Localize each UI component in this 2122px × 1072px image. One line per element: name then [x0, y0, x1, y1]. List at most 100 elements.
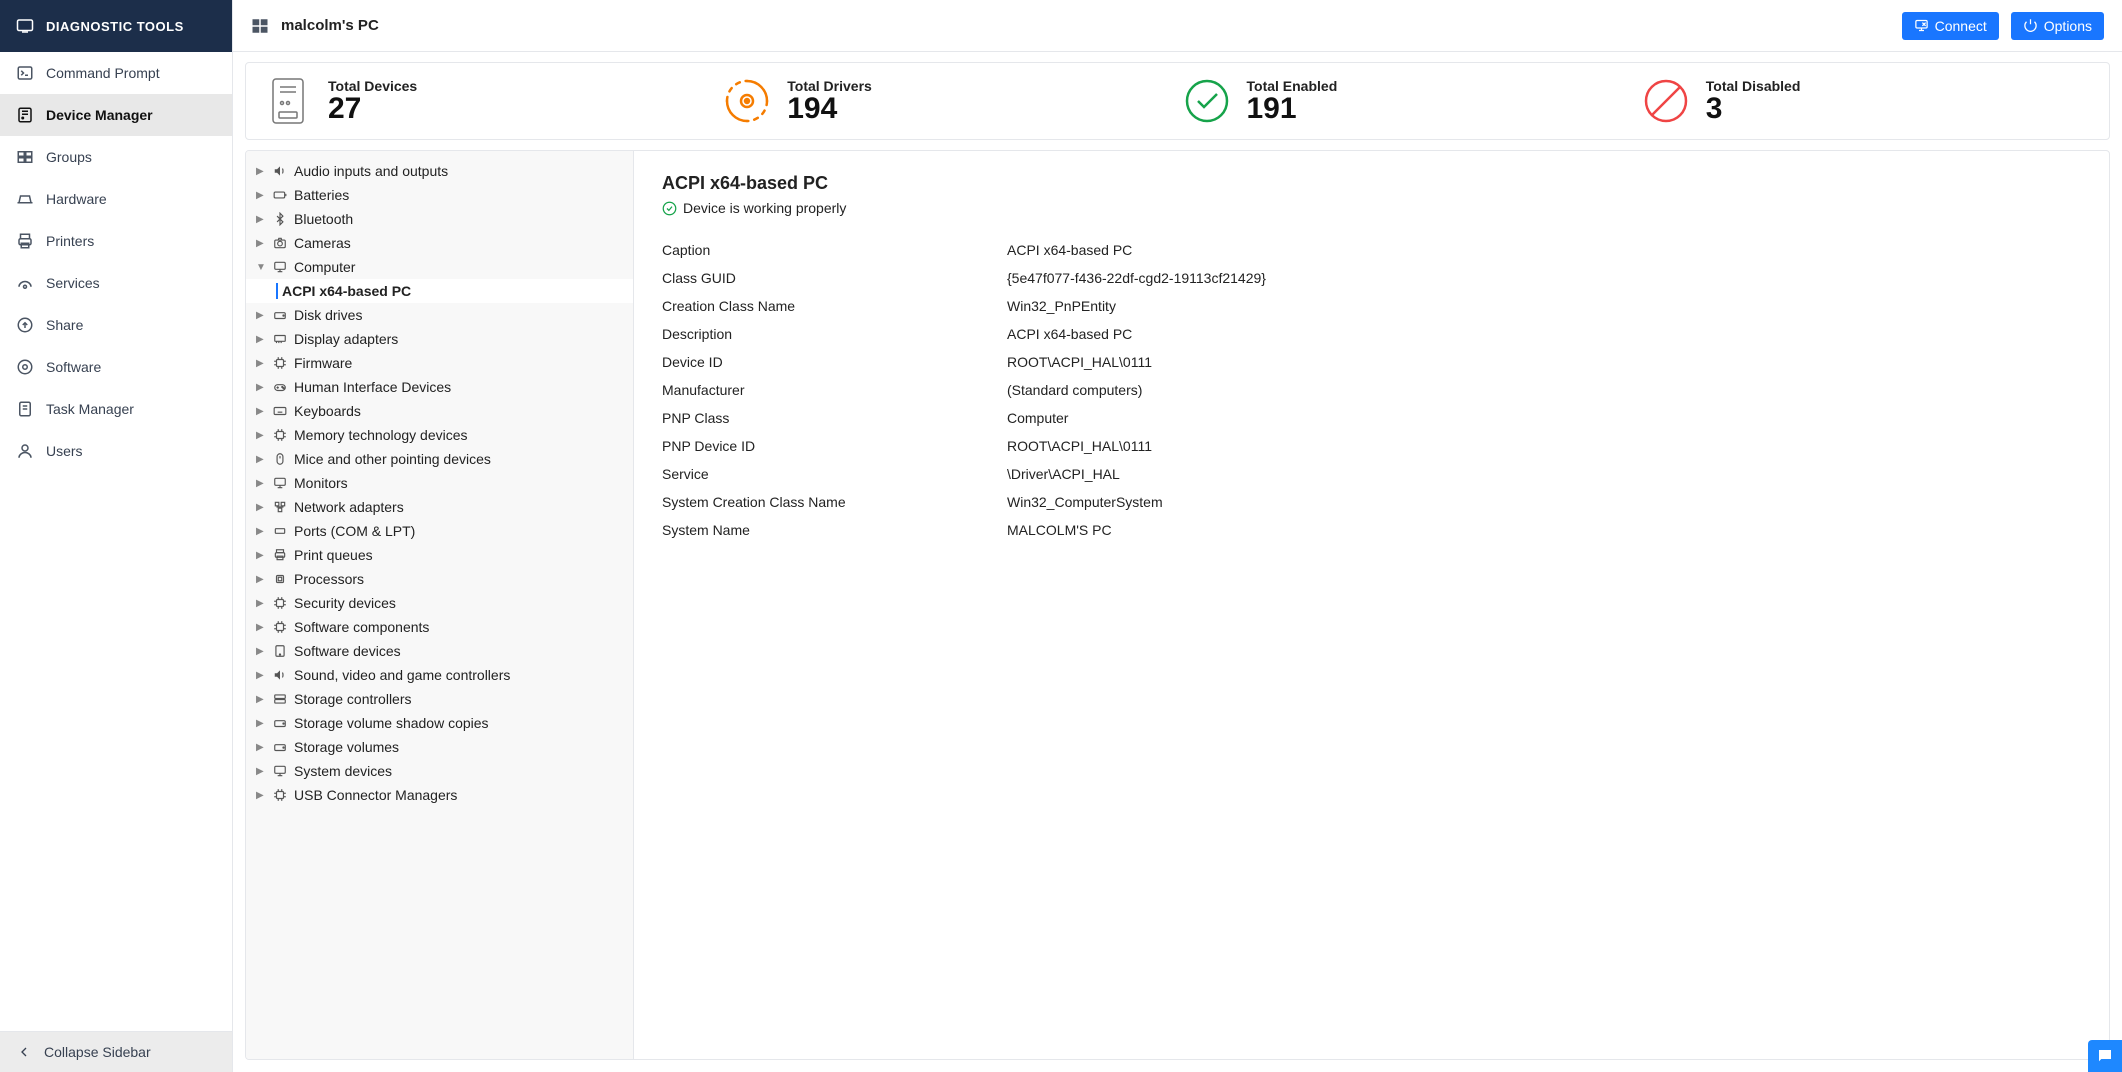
property-key: Service	[662, 466, 1007, 482]
tree-category[interactable]: ▶Firmware	[246, 351, 633, 375]
share-icon	[16, 316, 34, 334]
sidebar-item-label: Share	[46, 317, 83, 333]
page-title: malcolm's PC	[281, 17, 379, 34]
tree-category-label: Disk drives	[294, 307, 362, 323]
tree-category[interactable]: ▶Display adapters	[246, 327, 633, 351]
caret-right-icon: ▶	[256, 166, 266, 177]
sidebar-item-software[interactable]: Software	[0, 346, 232, 388]
sidebar-item-services[interactable]: Services	[0, 262, 232, 304]
tree-category-label: Security devices	[294, 595, 396, 611]
tree-category[interactable]: ▶Cameras	[246, 231, 633, 255]
disk-icon	[272, 715, 288, 731]
cpu-icon	[272, 571, 288, 587]
monitor-icon	[272, 259, 288, 275]
tree-category-label: Batteries	[294, 187, 349, 203]
tree-category-label: Ports (COM & LPT)	[294, 523, 415, 539]
property-value: {5e47f077-f436-22df-cgd2-19113cf21429}	[1007, 270, 1266, 286]
monitor-icon	[272, 475, 288, 491]
sidebar-item-share[interactable]: Share	[0, 304, 232, 346]
property-value: (Standard computers)	[1007, 382, 1142, 398]
tree-category[interactable]: ▶Software devices	[246, 639, 633, 663]
caret-right-icon: ▶	[256, 214, 266, 225]
device-title: ACPI x64-based PC	[662, 173, 2081, 194]
property-value: ROOT\ACPI_HAL\0111	[1007, 354, 1152, 370]
task-manager-icon	[16, 400, 34, 418]
sidebar-item-command-prompt[interactable]: Command Prompt	[0, 52, 232, 94]
stats-row: Total Devices 27 Total Drivers 194 Tot	[245, 62, 2110, 140]
tree-category[interactable]: ▶Audio inputs and outputs	[246, 159, 633, 183]
chip-icon	[272, 619, 288, 635]
storage-icon	[272, 691, 288, 707]
tree-category-label: Bluetooth	[294, 211, 353, 227]
stat-value: 194	[787, 94, 872, 124]
tree-device[interactable]: ACPI x64-based PC	[246, 279, 633, 303]
property-key: Class GUID	[662, 270, 1007, 286]
property-row: DescriptionACPI x64-based PC	[662, 320, 2081, 348]
collapse-sidebar-button[interactable]: Collapse Sidebar	[0, 1031, 232, 1072]
tree-category[interactable]: ▶Mice and other pointing devices	[246, 447, 633, 471]
content-panel: ▶Audio inputs and outputs▶Batteries▶Blue…	[245, 150, 2110, 1060]
options-button[interactable]: Options	[2011, 12, 2104, 40]
device-status-text: Device is working properly	[683, 200, 846, 216]
keyboard-icon	[272, 403, 288, 419]
tree-category[interactable]: ▶Monitors	[246, 471, 633, 495]
tree-category[interactable]: ▶Storage volumes	[246, 735, 633, 759]
tree-category[interactable]: ▶ Disk drives	[246, 303, 633, 327]
tree-category-label: Network adapters	[294, 499, 404, 515]
windows-icon	[251, 17, 269, 35]
caret-right-icon: ▶	[256, 742, 266, 753]
power-icon	[2023, 18, 2038, 33]
property-key: PNP Device ID	[662, 438, 1007, 454]
collapse-sidebar-label: Collapse Sidebar	[44, 1044, 151, 1060]
tree-category[interactable]: ▶ Network adapters	[246, 495, 633, 519]
stat-value: 191	[1247, 94, 1338, 124]
property-row: Class GUID{5e47f077-f436-22df-cgd2-19113…	[662, 264, 2081, 292]
volume-icon	[272, 667, 288, 683]
tree-category[interactable]: ▶Memory technology devices	[246, 423, 633, 447]
chat-button[interactable]	[2088, 1040, 2122, 1072]
tree-category[interactable]: ▶Security devices	[246, 591, 633, 615]
sidebar-item-hardware[interactable]: Hardware	[0, 178, 232, 220]
tree-category[interactable]: ▼Computer	[246, 255, 633, 279]
battery-icon	[272, 187, 288, 203]
tree-category[interactable]: ▶Software components	[246, 615, 633, 639]
connect-button[interactable]: Connect	[1902, 12, 1999, 40]
tree-category[interactable]: ▶Sound, video and game controllers	[246, 663, 633, 687]
services-icon	[16, 274, 34, 292]
property-key: System Creation Class Name	[662, 494, 1007, 510]
sidebar-item-label: Hardware	[46, 191, 107, 207]
tree-category[interactable]: ▶Ports (COM & LPT)	[246, 519, 633, 543]
sidebar-item-groups[interactable]: Groups	[0, 136, 232, 178]
caret-right-icon: ▶	[256, 430, 266, 441]
tree-category[interactable]: ▶USB Connector Managers	[246, 783, 633, 807]
tree-category-label: Mice and other pointing devices	[294, 451, 491, 467]
tree-category-label: Storage controllers	[294, 691, 412, 707]
property-value: MALCOLM'S PC	[1007, 522, 1112, 538]
sidebar-item-device-manager[interactable]: Device Manager	[0, 94, 232, 136]
volume-icon	[272, 163, 288, 179]
mouse-icon	[272, 451, 288, 467]
property-row: Creation Class NameWin32_PnPEntity	[662, 292, 2081, 320]
tree-category[interactable]: ▶Print queues	[246, 543, 633, 567]
tree-category[interactable]: ▶System devices	[246, 759, 633, 783]
tree-category[interactable]: ▶Storage volume shadow copies	[246, 711, 633, 735]
caret-right-icon: ▶	[256, 694, 266, 705]
caret-right-icon: ▶	[256, 790, 266, 801]
caret-right-icon: ▶	[256, 502, 266, 513]
tree-category[interactable]: ▶Keyboards	[246, 399, 633, 423]
tree-category[interactable]: ▶ Storage controllers	[246, 687, 633, 711]
main: malcolm's PC Connect Options	[233, 0, 2122, 1072]
sidebar-item-printers[interactable]: Printers	[0, 220, 232, 262]
caret-right-icon: ▶	[256, 478, 266, 489]
tree-category[interactable]: ▶Human Interface Devices	[246, 375, 633, 399]
chip-icon	[272, 427, 288, 443]
diagnostic-icon	[16, 17, 34, 35]
caret-right-icon: ▶	[256, 310, 266, 321]
sidebar-item-task-manager[interactable]: Task Manager	[0, 388, 232, 430]
tree-category[interactable]: ▶Processors	[246, 567, 633, 591]
tree-category[interactable]: ▶Batteries	[246, 183, 633, 207]
stat-total-disabled: Total Disabled 3	[1642, 77, 2091, 125]
caret-right-icon: ▶	[256, 670, 266, 681]
tree-category[interactable]: ▶ Bluetooth	[246, 207, 633, 231]
sidebar-item-users[interactable]: Users	[0, 430, 232, 472]
